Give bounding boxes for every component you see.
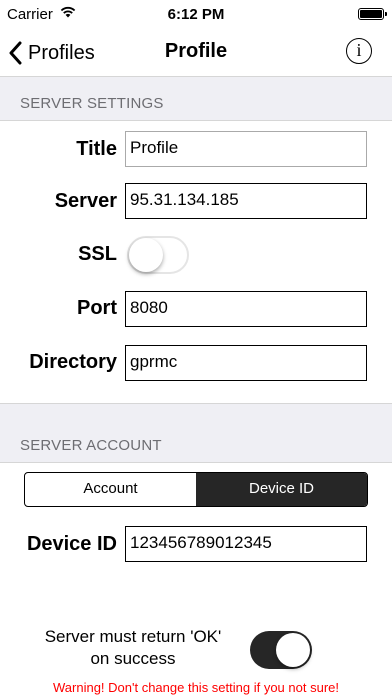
device-id-label: Device ID (26, 533, 117, 555)
back-button-label: Profiles (28, 41, 95, 64)
status-bar: Carrier 6:12 PM (0, 0, 392, 30)
ssl-toggle-knob (129, 238, 163, 272)
port-field[interactable]: 8080 (125, 291, 367, 327)
chevron-left-icon (9, 41, 22, 65)
ssl-toggle[interactable] (127, 236, 189, 274)
server-account-header: SERVER ACCOUNT (0, 403, 392, 463)
ok-response-label-line1: Server must return 'OK' (44, 627, 222, 646)
ok-response-toggle-knob (276, 633, 310, 667)
title-label: Title (76, 138, 117, 160)
server-settings-header-label: SERVER SETTINGS (20, 95, 164, 112)
info-icon[interactable]: i (346, 38, 372, 64)
directory-field[interactable]: gprmc (125, 345, 367, 381)
server-field[interactable]: 95.31.134.185 (125, 183, 367, 219)
back-button[interactable]: Profiles (8, 36, 95, 70)
device-id-field[interactable]: 123456789012345 (125, 526, 367, 562)
ok-response-toggle[interactable] (250, 631, 312, 669)
account-type-segmented-control: Account Device ID (24, 472, 368, 507)
server-label: Server (54, 190, 117, 212)
server-account-header-label: SERVER ACCOUNT (20, 437, 162, 454)
battery-icon (358, 8, 387, 20)
ok-response-label: Server must return 'OK' on success (20, 626, 246, 670)
directory-label: Directory (29, 351, 117, 373)
warning-text: Warning! Don't change this setting if yo… (53, 680, 339, 695)
navigation-bar: Profiles Profile i (0, 30, 392, 77)
segment-device-id[interactable]: Device ID (196, 473, 367, 506)
clock: 6:12 PM (167, 6, 225, 23)
ssl-label: SSL (78, 243, 117, 265)
ok-response-label-line2: on success (90, 649, 176, 668)
segment-account[interactable]: Account (25, 473, 196, 506)
server-settings-header: SERVER SETTINGS (0, 77, 392, 121)
port-label: Port (77, 297, 117, 319)
title-field[interactable]: Profile (125, 131, 367, 167)
